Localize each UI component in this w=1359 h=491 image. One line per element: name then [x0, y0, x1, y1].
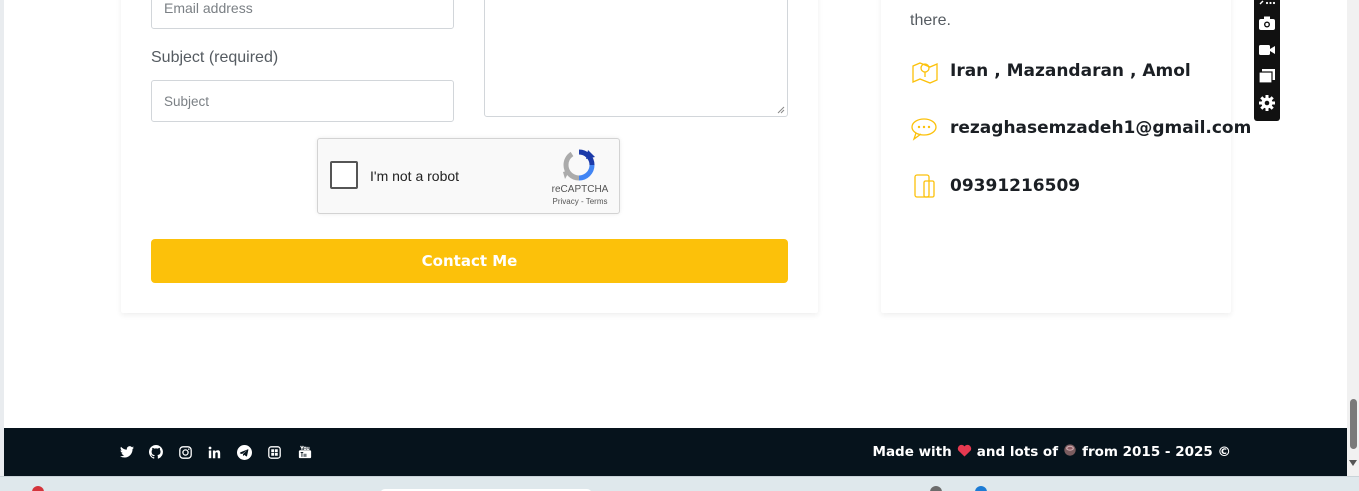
scrollbar-thumb[interactable]	[1350, 399, 1357, 449]
left-edge	[0, 0, 4, 478]
telegram-icon[interactable]	[236, 444, 252, 460]
subject-label: Subject (required)	[151, 49, 279, 66]
recaptcha-privacy-terms-link[interactable]: Privacy - Terms	[540, 197, 620, 206]
github-icon[interactable]	[148, 444, 164, 460]
phone-icon	[910, 173, 942, 199]
scroll-down-arrow-icon[interactable]	[1349, 460, 1357, 466]
phone-row: 09391216509	[910, 173, 1080, 199]
page-scrollbar[interactable]	[1347, 0, 1359, 476]
resize-grip-icon[interactable]	[777, 106, 785, 114]
youtube-icon[interactable]	[297, 444, 313, 460]
subject-field[interactable]: Subject	[151, 80, 454, 122]
recaptcha-brand: reCAPTCHA	[551, 184, 609, 195]
map-pin-icon	[910, 58, 942, 84]
camera-icon[interactable]	[1258, 14, 1276, 32]
location-text: Iran , Mazandaran , Amol	[950, 61, 1191, 81]
footer: Made with and lots of from 2015 - 2025 ©	[4, 428, 1347, 476]
window-icon[interactable]	[1258, 67, 1276, 85]
taskbar-app-icon[interactable]	[32, 486, 44, 491]
video-icon[interactable]	[1258, 41, 1276, 59]
contact-me-button[interactable]: Contact Me	[151, 239, 788, 283]
phone-text[interactable]: 09391216509	[950, 176, 1080, 196]
recaptcha-logo-icon	[563, 149, 595, 181]
recaptcha-widget: I'm not a robot reCAPTCHA Privacy - Term…	[317, 138, 620, 214]
os-taskbar	[0, 476, 1359, 491]
email-text[interactable]: rezaghasemzadeh1@gmail.com	[950, 118, 1251, 138]
settings-icon[interactable]	[1258, 94, 1276, 112]
made-prefix: Made with	[872, 444, 952, 460]
coffee-icon	[1063, 443, 1077, 461]
subject-placeholder: Subject	[164, 93, 210, 109]
page: Email address Subject (required) Subject…	[0, 0, 1359, 491]
email-row: rezaghasemzadeh1@gmail.com	[910, 115, 1251, 141]
recaptcha-checkbox[interactable]	[330, 161, 358, 189]
linkedin-icon[interactable]	[206, 444, 222, 460]
heart-icon	[957, 444, 972, 461]
made-middle: and lots of	[976, 444, 1059, 460]
made-with-text: Made with and lots of from 2015 - 2025 ©	[873, 443, 1231, 461]
location-row: Iran , Mazandaran , Amol	[910, 58, 1191, 84]
contact-info-card	[881, 0, 1231, 313]
capture-toolbar	[1254, 0, 1280, 121]
taskbar-app-icon[interactable]	[975, 486, 987, 491]
email-field[interactable]: Email address	[151, 0, 454, 29]
instagram-icon[interactable]	[177, 444, 193, 460]
info-description: there.	[910, 12, 951, 29]
windows-icon[interactable]	[266, 444, 282, 460]
taskbar-app-icon[interactable]	[930, 486, 942, 491]
made-suffix: from 2015 - 2025 ©	[1082, 444, 1231, 460]
email-placeholder: Email address	[164, 0, 253, 16]
recaptcha-label: I'm not a robot	[370, 168, 460, 184]
chat-bubble-icon	[910, 115, 942, 141]
twitter-icon[interactable]	[119, 444, 135, 460]
message-textarea[interactable]	[484, 0, 788, 117]
more-icon[interactable]	[1258, 0, 1276, 8]
